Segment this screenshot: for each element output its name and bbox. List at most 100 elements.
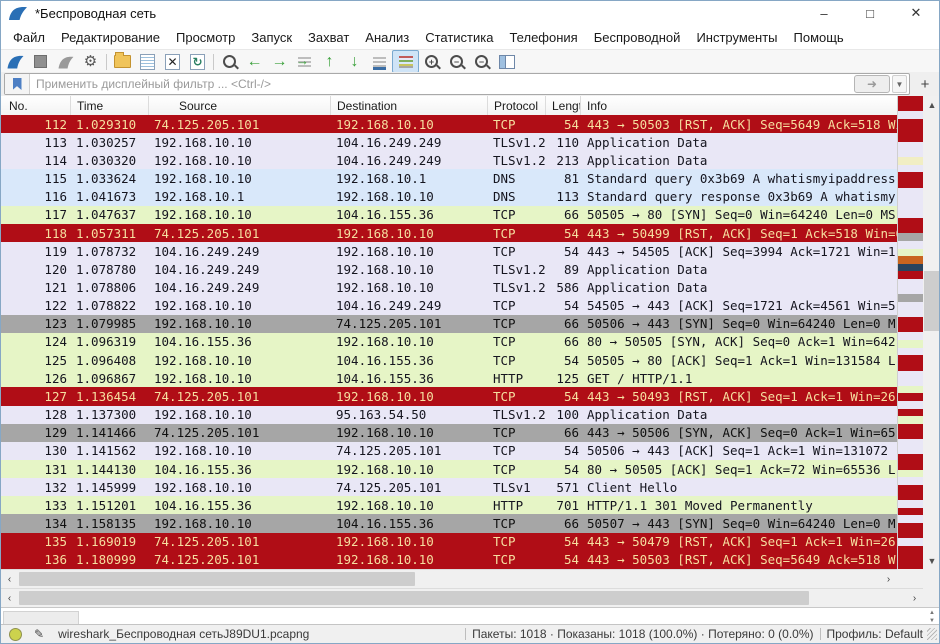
packet-row[interactable]: 1241.096319104.16.155.36192.168.10.10TCP… (1, 333, 897, 351)
filter-bookmark-button[interactable] (5, 74, 30, 94)
packet-row[interactable]: 1261.096867192.168.10.10104.16.155.36HTT… (1, 369, 897, 387)
maximize-button[interactable]: □ (847, 1, 893, 25)
display-filter-input[interactable] (30, 77, 854, 91)
tiny-up-icon[interactable]: ▲ (929, 609, 935, 617)
capture-comment-icon[interactable]: ✎ (34, 627, 44, 641)
packet-row[interactable]: 1281.137300192.168.10.1095.163.54.50TLSv… (1, 406, 897, 424)
packet-row[interactable]: 1121.02931074.125.205.101192.168.10.10TC… (1, 115, 897, 133)
filter-dropdown-button[interactable]: ▼ (892, 75, 907, 93)
menu-item-3[interactable]: Просмотр (168, 27, 243, 48)
packet-row[interactable]: 1311.144130104.16.155.36192.168.10.10TCP… (1, 460, 897, 478)
cell-proto: TCP (488, 462, 546, 477)
menu-item-9[interactable]: Беспроводной (586, 27, 689, 48)
menu-item-2[interactable]: Редактирование (53, 27, 168, 48)
restart-capture-button[interactable] (53, 51, 78, 72)
scroll-down-icon[interactable]: ▼ (923, 552, 940, 569)
menu-item-4[interactable]: Запуск (243, 27, 300, 48)
packet-row[interactable]: 1201.078780104.16.249.249192.168.10.10TL… (1, 260, 897, 278)
open-file-button[interactable] (110, 51, 135, 72)
packet-row[interactable]: 1151.033624192.168.10.10192.168.10.1DNS8… (1, 169, 897, 187)
close-file-button[interactable]: ✕ (160, 51, 185, 72)
resize-columns-button[interactable] (494, 51, 519, 72)
packet-row[interactable]: 1341.158135192.168.10.10104.16.155.36TCP… (1, 514, 897, 532)
vertical-scroll-thumb[interactable] (924, 271, 940, 331)
minimap-stripe (898, 302, 924, 310)
menu-item-6[interactable]: Анализ (357, 27, 417, 48)
minimap-stripe (898, 371, 924, 379)
packet-row[interactable]: 1291.14146674.125.205.101192.168.10.10TC… (1, 424, 897, 442)
menu-item-5[interactable]: Захват (300, 27, 357, 48)
scroll-up-icon[interactable]: ▲ (923, 96, 940, 113)
minimize-button[interactable]: – (801, 1, 847, 25)
close-button[interactable]: ✕ (893, 1, 939, 25)
menu-item-8[interactable]: Телефония (501, 27, 585, 48)
menu-item-10[interactable]: Инструменты (688, 27, 785, 48)
scroll-right-icon[interactable]: › (906, 589, 923, 608)
apply-arrow-icon: ➜ (867, 78, 877, 90)
zoom-reset-button[interactable]: − (469, 51, 494, 72)
packet-row[interactable]: 1171.047637192.168.10.10104.16.155.36TCP… (1, 206, 897, 224)
packet-row[interactable]: 1231.079985192.168.10.1074.125.205.101TC… (1, 315, 897, 333)
column-header-protocol[interactable]: Protocol (488, 96, 546, 115)
packet-row[interactable]: 1221.078822192.168.10.10104.16.249.249TC… (1, 297, 897, 315)
menu-bar: ФайлРедактированиеПросмотрЗапускЗахватАн… (1, 25, 939, 49)
column-header-destination[interactable]: Destination (331, 96, 488, 115)
menu-item-7[interactable]: Статистика (417, 27, 501, 48)
packet-row[interactable]: 1211.078806104.16.249.249192.168.10.10TL… (1, 278, 897, 296)
packet-row[interactable]: 1351.16901974.125.205.101192.168.10.10TC… (1, 533, 897, 551)
go-last-packet-button[interactable]: ↓ (342, 51, 367, 72)
scroll-left-icon[interactable]: ‹ (1, 589, 18, 608)
zoom-out-button[interactable]: − (444, 51, 469, 72)
column-header-length[interactable]: Length (546, 96, 581, 115)
packet-row[interactable]: 1321.145999192.168.10.1074.125.205.101TL… (1, 478, 897, 496)
minimap-stripe (898, 325, 924, 333)
packet-list-hscrollbar[interactable]: ‹ › (1, 569, 897, 589)
cell-time: 1.151201 (71, 498, 149, 513)
stop-capture-button[interactable] (28, 51, 53, 72)
go-first-packet-button[interactable]: ↑ (317, 51, 342, 72)
packet-row[interactable]: 1301.141562192.168.10.1074.125.205.101TC… (1, 442, 897, 460)
vertical-scrollbar[interactable]: ▲ ▼ (923, 96, 940, 569)
packet-row[interactable]: 1361.18099974.125.205.101192.168.10.10TC… (1, 551, 897, 569)
cell-time: 1.096319 (71, 334, 149, 349)
scroll-right-icon[interactable]: › (880, 570, 897, 589)
packet-minimap[interactable] (897, 96, 924, 569)
hscroll-thumb[interactable] (19, 572, 415, 586)
menu-item-1[interactable]: Файл (5, 27, 53, 48)
find-packet-button[interactable] (217, 51, 242, 72)
apply-filter-button[interactable]: ➜ (854, 75, 890, 93)
zoom-in-button[interactable]: + (419, 51, 444, 72)
packet-row[interactable]: 1181.05731174.125.205.101192.168.10.10TC… (1, 224, 897, 242)
scroll-left-icon[interactable]: ‹ (1, 570, 18, 589)
packet-row[interactable]: 1131.030257192.168.10.10104.16.249.249TL… (1, 133, 897, 151)
go-to-packet-button[interactable] (292, 51, 317, 72)
start-capture-button[interactable] (3, 51, 28, 72)
column-header-info[interactable]: Info (581, 96, 897, 115)
packet-row[interactable]: 1271.13645474.125.205.101192.168.10.10TC… (1, 387, 897, 405)
reload-file-button[interactable]: ↻ (185, 51, 210, 72)
secondary-hscrollbar[interactable]: ‹ › (1, 588, 923, 608)
go-forward-button[interactable]: → (267, 51, 292, 72)
column-header-source[interactable]: Source (149, 96, 331, 115)
pane-scroll-arrows[interactable]: ▲▼ (929, 609, 935, 625)
minimap-stripe (898, 462, 924, 470)
resize-grip[interactable] (927, 628, 937, 640)
packet-row[interactable]: 1161.041673192.168.10.1192.168.10.10DNS1… (1, 188, 897, 206)
auto-scroll-button[interactable] (367, 51, 392, 72)
capture-options-button[interactable]: ⚙ (78, 51, 103, 72)
packet-row[interactable]: 1191.078732104.16.249.249192.168.10.10TC… (1, 242, 897, 260)
save-file-button[interactable] (135, 51, 160, 72)
hscroll-thumb[interactable] (19, 591, 809, 605)
expert-info-icon[interactable] (9, 628, 22, 641)
packet-row[interactable]: 1141.030320192.168.10.10104.16.249.249TL… (1, 151, 897, 169)
colorize-packets-button[interactable] (392, 50, 419, 73)
go-back-button[interactable]: ← (242, 51, 267, 72)
add-filter-button[interactable]: + (914, 74, 936, 94)
minimap-stripe (898, 249, 924, 257)
menu-item-11[interactable]: Помощь (786, 27, 852, 48)
column-header-time[interactable]: Time (71, 96, 149, 115)
packet-row[interactable]: 1251.096408192.168.10.10104.16.155.36TCP… (1, 351, 897, 369)
profile-label[interactable]: Профиль: Default (827, 627, 924, 641)
column-header-no[interactable]: No. (1, 96, 71, 115)
packet-row[interactable]: 1331.151201104.16.155.36192.168.10.10HTT… (1, 496, 897, 514)
